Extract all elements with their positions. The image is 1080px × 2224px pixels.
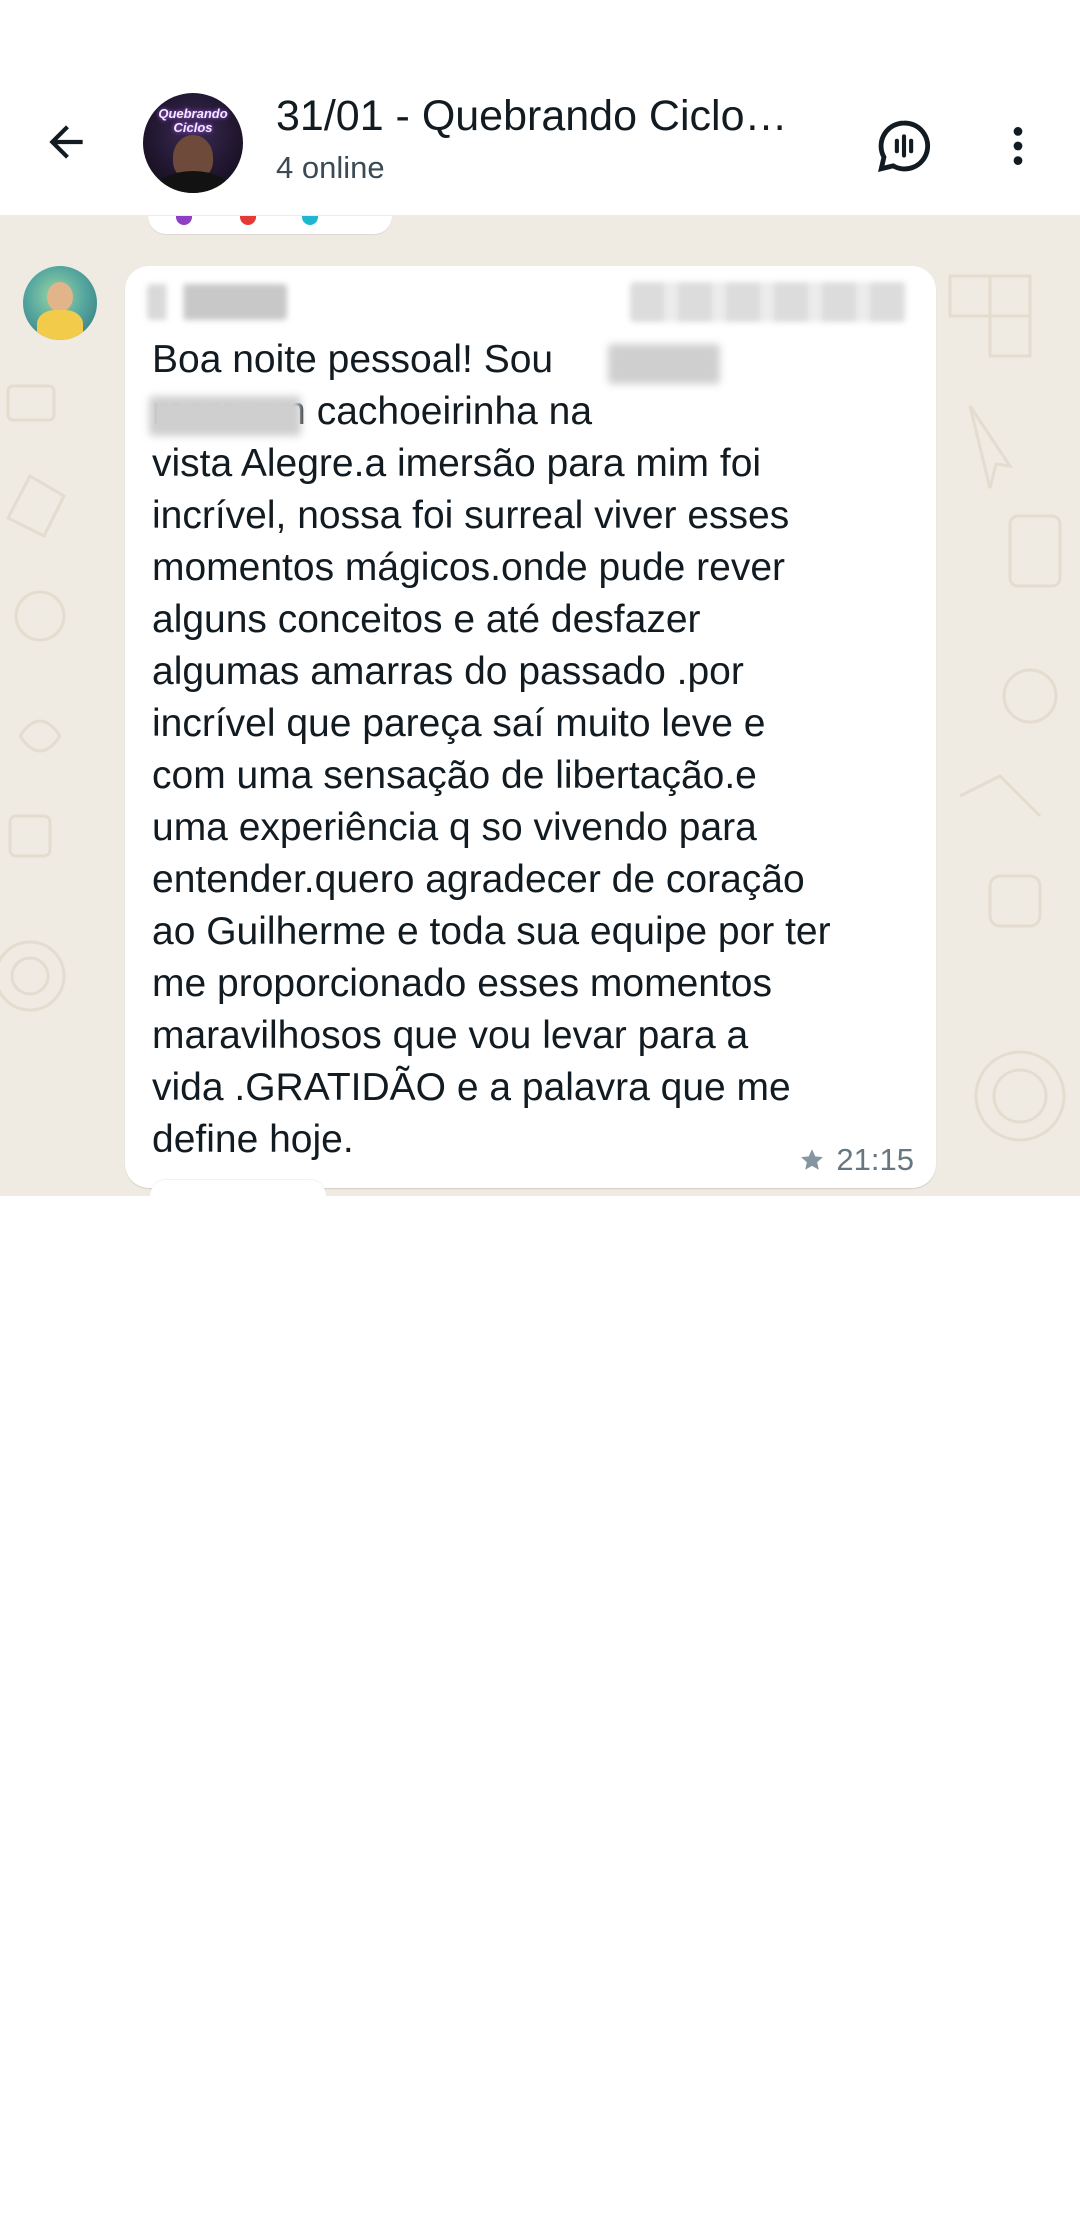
chat-header: Quebrando Ciclos 31/01 - Quebrando Ciclo…	[0, 72, 1080, 216]
reaction-pill-previous[interactable]	[148, 216, 392, 234]
avatar-logo-text: Quebrando Ciclos	[158, 106, 228, 135]
group-title[interactable]: 31/01 - Quebrando Ciclo…	[276, 88, 836, 144]
sender-phone-redacted[interactable]	[630, 282, 906, 322]
message-meta: 21:15	[798, 1140, 914, 1180]
avatar-person-body	[155, 171, 231, 193]
sender-avatar[interactable]	[23, 266, 97, 340]
status-bar	[0, 0, 1080, 72]
redacted-name-part-2	[149, 396, 301, 436]
sender-name-redacted[interactable]	[147, 284, 287, 320]
message-bubble[interactable]: Boa noite pessoal! Sou moro em cachoeiri…	[125, 266, 936, 1188]
reaction-dot-red	[240, 216, 256, 225]
redacted-name-part-1	[608, 344, 720, 384]
arrow-left-icon	[49, 125, 83, 159]
voice-chat-button[interactable]	[868, 110, 940, 182]
message-time: 21:15	[836, 1142, 914, 1177]
message-text: Boa noite pessoal! Sou moro em cachoeiri…	[152, 338, 831, 1161]
sender-avatar-face	[47, 282, 73, 312]
reaction-dot-purple	[176, 216, 192, 225]
more-vert-icon	[1013, 127, 1023, 165]
group-avatar[interactable]: Quebrando Ciclos	[143, 93, 243, 193]
reaction-dot-cyan	[302, 216, 318, 225]
online-status: 4 online	[276, 150, 385, 185]
voice-chat-icon	[878, 120, 930, 172]
chat-area[interactable]: Boa noite pessoal! Sou moro em cachoeiri…	[0, 216, 1080, 1196]
reaction-pill-current[interactable]	[150, 1180, 326, 1196]
sender-avatar-body	[37, 310, 83, 340]
back-button[interactable]	[30, 106, 102, 178]
star-icon	[798, 1146, 826, 1174]
more-options-button[interactable]	[982, 110, 1054, 182]
